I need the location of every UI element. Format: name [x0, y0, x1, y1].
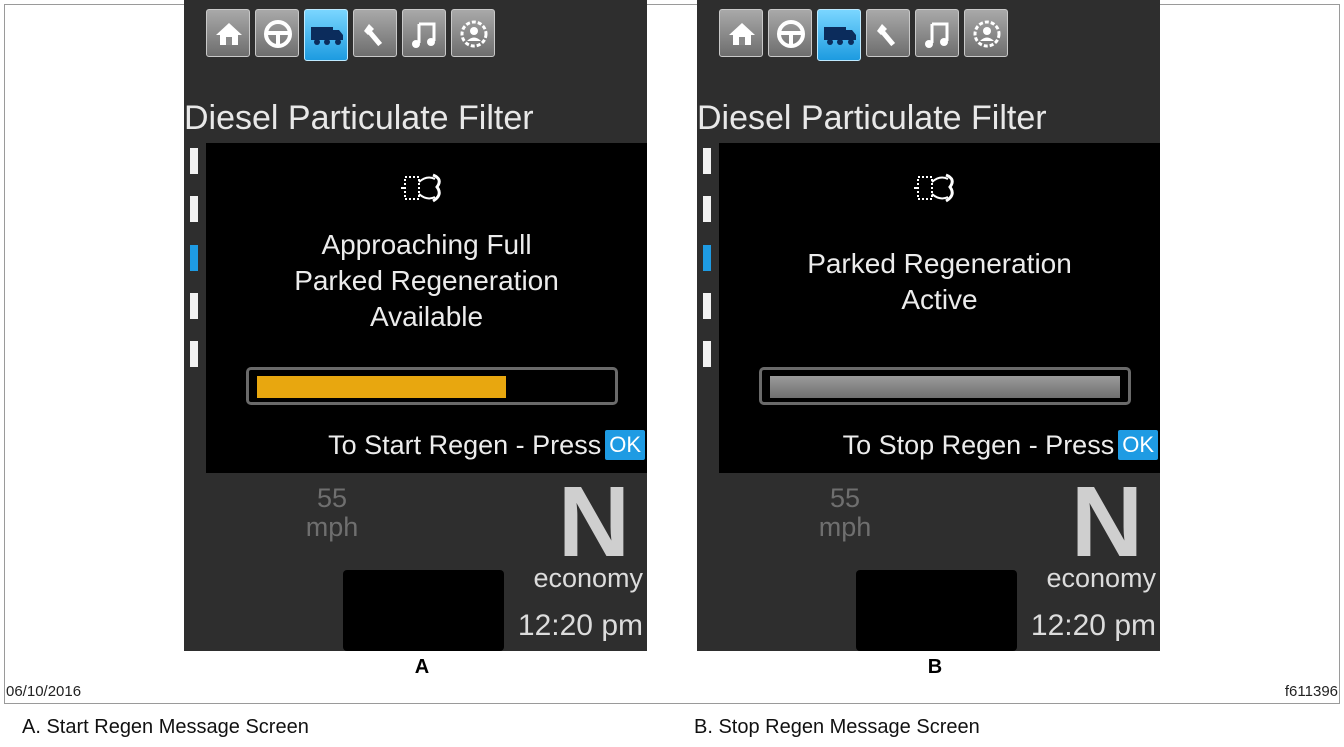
dpf-message-panel: Parked Regeneration Active To Stop Regen… [719, 143, 1160, 473]
home-icon [216, 23, 242, 45]
speed-unit: mph [305, 512, 359, 542]
regen-instruction: To Start Regen - Press OK [328, 428, 645, 462]
speed-unit: mph [818, 512, 872, 542]
caption-b: B. Stop Regen Message Screen [694, 716, 980, 738]
tab-settings[interactable] [964, 9, 1008, 57]
regen-instruction: To Stop Regen - Press OK [843, 428, 1158, 462]
side-indicator [703, 196, 711, 222]
clock: 12:20 pm [1030, 609, 1156, 642]
side-indicator [190, 341, 198, 367]
stop-regen-screen: Diesel Particulate Filter Parked Regener… [697, 0, 1160, 651]
instruction-text: To Stop Regen - Press [842, 430, 1115, 460]
tab-music[interactable] [915, 9, 959, 57]
side-indicator [190, 196, 198, 222]
message-line: Parked Regeneration [807, 248, 1072, 279]
figure-date: 06/10/2016 [6, 683, 82, 700]
instruction-text: To Start Regen - Press [328, 430, 602, 460]
dpf-level-bar [759, 367, 1131, 405]
steering-wheel-icon [264, 20, 292, 48]
dpf-filter-icon [914, 173, 954, 203]
tab-home[interactable] [719, 9, 763, 57]
settings-icon [460, 20, 488, 48]
tab-service[interactable] [353, 9, 397, 57]
wrench-icon [364, 24, 383, 47]
speed-readout: 55 mph [302, 484, 362, 542]
clock: 12:20 pm [517, 609, 643, 642]
caption-a: A. Start Regen Message Screen [22, 716, 309, 738]
tab-music[interactable] [402, 9, 446, 57]
wrench-icon [877, 24, 896, 47]
regen-message: Approaching Full Parked Regeneration Ava… [206, 227, 647, 335]
dpf-message-panel: Approaching Full Parked Regeneration Ava… [206, 143, 647, 473]
dpf-level-fill [257, 376, 506, 398]
figure-label-a: A [414, 656, 430, 678]
blank-display-area [856, 570, 1017, 651]
side-indicator [703, 148, 711, 174]
truck-icon [824, 27, 856, 45]
message-line: Active [901, 284, 978, 315]
ok-button[interactable]: OK [1118, 430, 1158, 460]
dpf-filter-icon [401, 173, 441, 203]
side-indicator-active [190, 245, 198, 271]
message-line: Approaching Full [321, 229, 532, 260]
steering-wheel-icon [777, 20, 805, 48]
side-indicator-active [703, 245, 711, 271]
music-icon [925, 22, 949, 48]
drive-mode: economy [533, 563, 643, 593]
side-indicator [190, 148, 198, 174]
side-indicator [190, 293, 198, 319]
tab-truck[interactable] [304, 9, 348, 61]
truck-icon [311, 27, 343, 45]
tab-settings[interactable] [451, 9, 495, 57]
speed-value: 55 [829, 483, 861, 513]
figure-id: f611396 [1284, 683, 1338, 700]
message-line: Available [369, 301, 484, 332]
tab-service[interactable] [866, 9, 910, 57]
dpf-level-fill [770, 376, 1120, 398]
dpf-level-bar [246, 367, 618, 405]
page-title: Diesel Particulate Filter [697, 99, 1047, 137]
tab-vehicle[interactable] [255, 9, 299, 57]
side-indicator [703, 341, 711, 367]
home-icon [729, 23, 755, 45]
gear-indicator: N [557, 466, 631, 578]
side-indicator [703, 293, 711, 319]
ok-button[interactable]: OK [605, 430, 645, 460]
speed-value: 55 [316, 483, 348, 513]
speed-readout: 55 mph [815, 484, 875, 542]
gear-indicator: N [1070, 466, 1144, 578]
tab-vehicle[interactable] [768, 9, 812, 57]
drive-mode: economy [1046, 563, 1156, 593]
page-title: Diesel Particulate Filter [184, 99, 534, 137]
start-regen-screen: Diesel Particulate Filter Approaching Fu… [184, 0, 647, 651]
figure-label-b: B [927, 656, 943, 678]
message-line: Parked Regeneration [294, 265, 559, 296]
blank-display-area [343, 570, 504, 651]
music-icon [412, 22, 436, 48]
regen-message: Parked Regeneration Active [719, 246, 1160, 318]
settings-icon [973, 20, 1001, 48]
tab-truck[interactable] [817, 9, 861, 61]
tab-home[interactable] [206, 9, 250, 57]
